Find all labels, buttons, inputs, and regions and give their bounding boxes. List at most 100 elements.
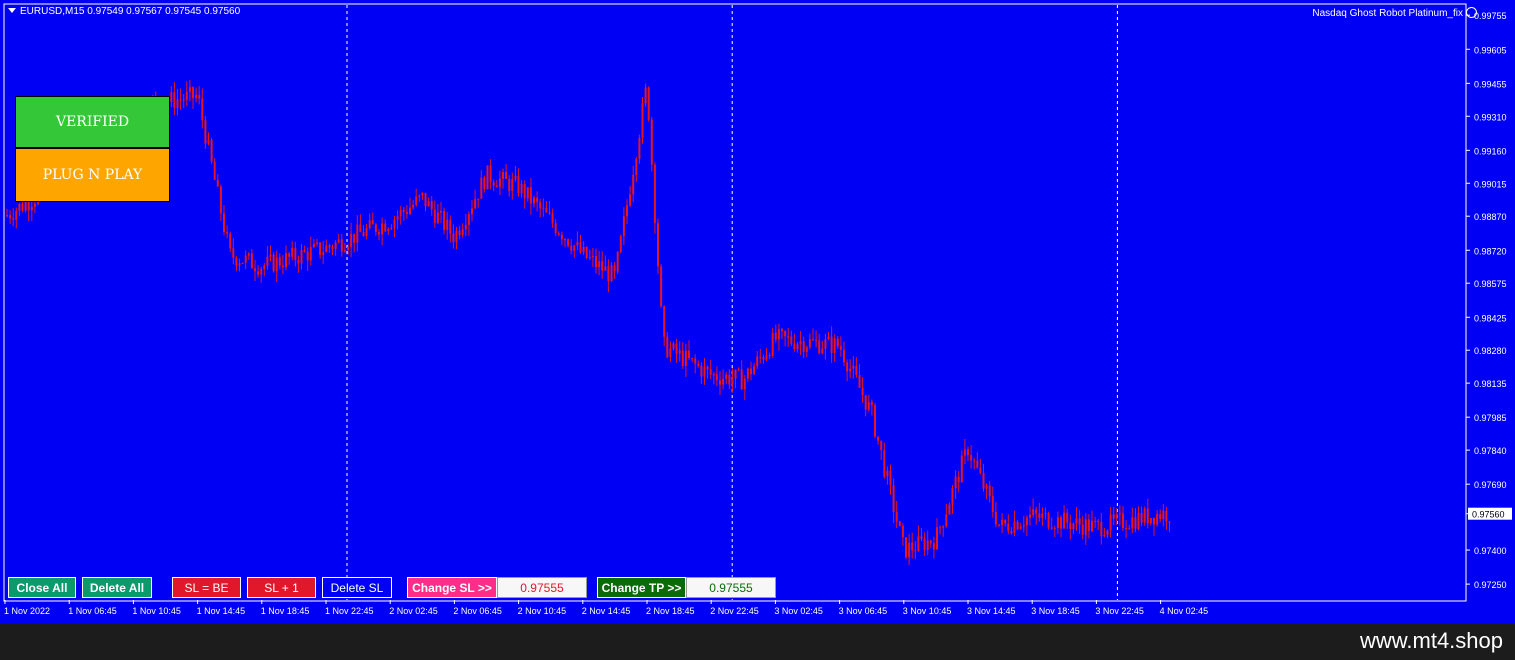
delete-sl-button[interactable]: Delete SL — [322, 577, 392, 598]
sl-plus-one-button[interactable]: SL + 1 — [247, 577, 316, 598]
candle-body — [1041, 513, 1044, 518]
candle-body — [728, 374, 731, 385]
candle-body — [610, 265, 613, 282]
candle-body — [294, 248, 297, 261]
candle-body — [340, 239, 343, 252]
candle-body — [412, 204, 415, 208]
candle-body — [830, 336, 833, 353]
candle-body — [573, 245, 576, 251]
day-separators — [346, 5, 1118, 600]
candle-body — [731, 378, 734, 385]
candle-body — [564, 239, 566, 241]
candle-body — [753, 366, 756, 375]
candle-body — [793, 343, 796, 350]
change-sl-button[interactable]: Change SL >> — [407, 577, 497, 598]
price-chart[interactable]: 0.99755 0.99605 0.99455 0.99310 0.99160 0.990… — [0, 0, 1515, 624]
candle-body — [725, 374, 728, 379]
candle-body — [517, 175, 520, 194]
candle-body — [567, 239, 570, 246]
candle-body — [1094, 520, 1097, 522]
candle-body — [765, 355, 768, 360]
symbol-info: EURUSD,M15 0.97549 0.97567 0.97545 0.975… — [20, 6, 241, 17]
price-tick-label: 0.98280 — [1474, 346, 1507, 356]
sl-breakeven-button[interactable]: SL = BE — [172, 577, 241, 598]
candle-body — [681, 350, 684, 366]
candle-body — [6, 215, 8, 217]
candle-body — [740, 369, 743, 390]
candle-body — [312, 243, 315, 248]
candle-body — [1007, 523, 1010, 531]
candle-body — [1081, 524, 1084, 535]
candle-body — [1149, 518, 1152, 524]
candle-body — [523, 183, 526, 199]
candle-body — [266, 256, 269, 266]
price-axis: 0.99755 0.99605 0.99455 0.99310 0.99160 0.990… — [1466, 11, 1512, 590]
candle-body — [1013, 521, 1016, 534]
candle-body — [874, 405, 876, 437]
candle-body — [1063, 512, 1066, 529]
delete-all-button[interactable]: Delete All — [82, 577, 152, 598]
price-tick-label: 0.98870 — [1474, 212, 1507, 222]
candle-body — [1022, 525, 1025, 527]
candle-body — [1159, 514, 1162, 519]
candle-body — [390, 227, 393, 229]
candle-body — [883, 450, 886, 477]
candle-body — [886, 470, 889, 477]
candle-body — [229, 233, 232, 249]
candle-body — [836, 338, 839, 347]
site-watermark: www.mt4.shop — [1359, 628, 1503, 653]
candle-body — [712, 374, 715, 376]
candle-body — [539, 202, 542, 209]
candle-body — [219, 186, 222, 214]
candle-body — [815, 339, 818, 341]
candle-body — [880, 440, 883, 451]
candle-body — [737, 369, 740, 371]
candle-body — [548, 212, 551, 214]
candle-body — [254, 268, 256, 272]
change-tp-button[interactable]: Change TP >> — [597, 577, 686, 598]
candle-body — [288, 253, 291, 257]
symbol-header[interactable]: EURUSD,M15 0.97549 0.97567 0.97545 0.975… — [8, 6, 240, 17]
candle-body — [176, 99, 179, 108]
close-all-button[interactable]: Close All — [8, 577, 76, 598]
candle-body — [985, 485, 988, 489]
candle-body — [495, 185, 498, 188]
candle-body — [1084, 519, 1087, 535]
candle-body — [1016, 521, 1019, 530]
candle-body — [12, 218, 15, 220]
candle-body — [365, 228, 368, 236]
candle-body — [796, 344, 799, 350]
candle-body — [852, 365, 855, 369]
time-tick-label: 2 Nov 06:45 — [453, 606, 502, 616]
candle-body — [210, 139, 213, 162]
candle-body — [33, 203, 36, 207]
candle-body — [629, 194, 632, 206]
price-tick-label: 0.99455 — [1474, 79, 1507, 89]
candle-body — [328, 245, 331, 248]
time-tick-label: 2 Nov 14:45 — [582, 606, 631, 616]
candle-body — [285, 253, 287, 268]
candle-body — [843, 349, 845, 363]
candle-body — [374, 224, 377, 233]
candle-body — [247, 253, 250, 256]
candle-body — [666, 336, 669, 358]
candle-body — [18, 203, 21, 211]
time-tick-label: 2 Nov 02:45 — [389, 606, 438, 616]
candle-body — [700, 365, 703, 377]
candle-body — [554, 223, 557, 234]
candle-body — [325, 245, 328, 252]
tp-value-field[interactable]: 0.97555 — [686, 577, 776, 598]
candle-body — [322, 251, 325, 255]
sl-value-field[interactable]: 0.97555 — [497, 577, 587, 598]
candle-body — [1140, 512, 1143, 523]
candle-body — [1050, 527, 1053, 529]
candle-body — [452, 233, 455, 243]
candle-body — [808, 339, 811, 348]
chart-canvas: 0.99755 0.99605 0.99455 0.99310 0.99160 0.990… — [3, 3, 1512, 616]
candle-body — [505, 171, 508, 179]
candle-body — [892, 485, 895, 512]
collapse-arrow-icon[interactable] — [8, 8, 16, 13]
price-tick-label: 0.99310 — [1474, 112, 1507, 122]
candle-body — [464, 225, 467, 230]
price-tick-label: 0.97690 — [1474, 480, 1507, 490]
